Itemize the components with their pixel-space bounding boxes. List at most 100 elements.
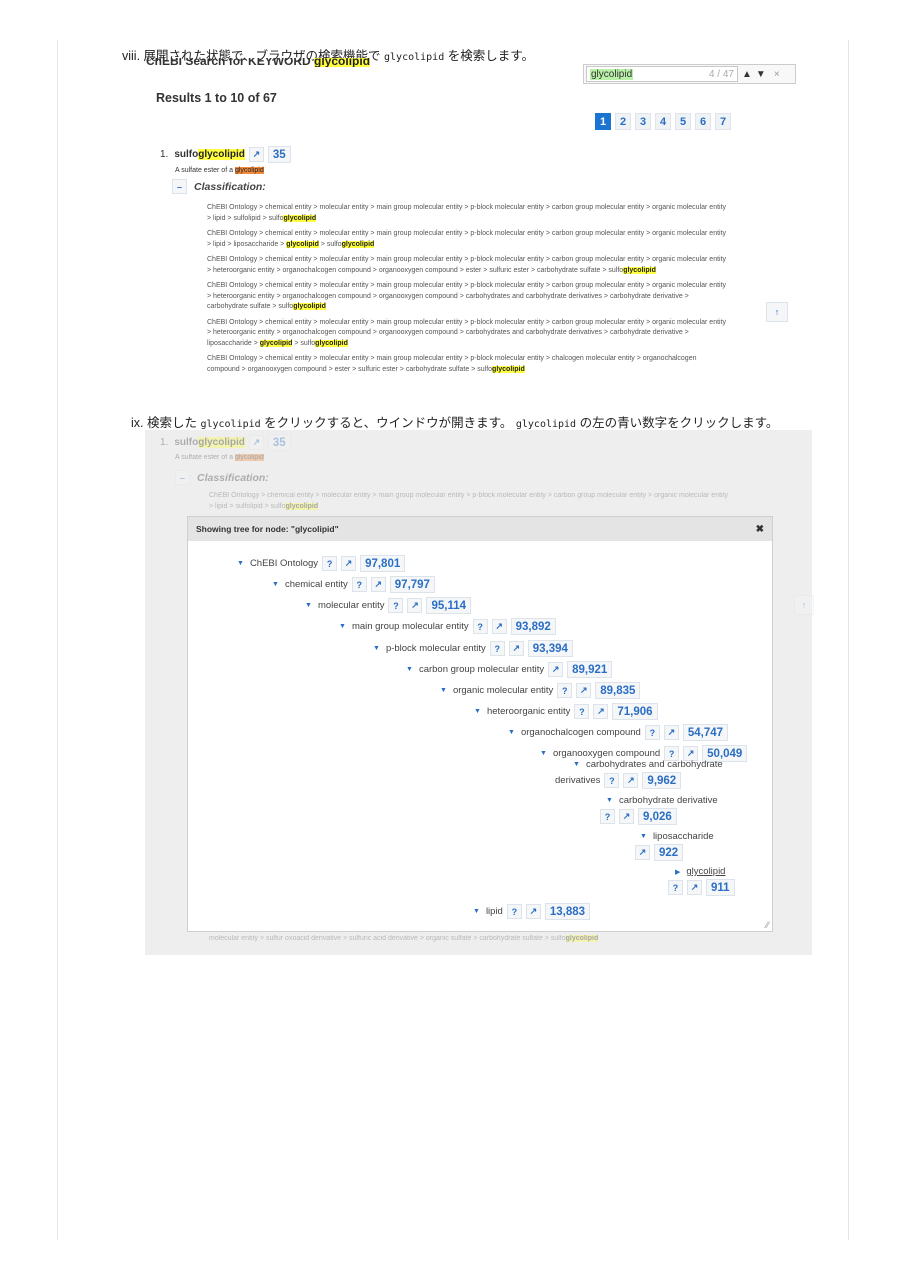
node-label[interactable]: main group molecular entity [352,621,469,632]
node-label[interactable]: organochalcogen compound [521,727,641,738]
node-label[interactable]: carbon group molecular entity [419,664,544,675]
page-3[interactable]: 3 [635,113,651,130]
collapse-arrow-icon[interactable]: ▼ [540,750,547,757]
node-label[interactable]: p-block molecular entity [386,643,486,654]
collapse-arrow-icon[interactable]: ▼ [640,833,647,840]
external-link-icon[interactable]: ↗ [248,147,264,162]
descendant-count-button[interactable]: 93,394 [527,640,573,657]
open-entity-link[interactable]: ↗ [525,904,541,919]
descendant-count-button[interactable]: 9,026 [638,808,677,825]
page-7[interactable]: 7 [715,113,731,130]
help-button[interactable]: ? [351,577,367,592]
descendant-count-button[interactable]: 93,892 [510,618,556,635]
node-label[interactable]: carbohydrate derivative [619,795,718,806]
help-button[interactable]: ? [600,809,615,824]
node-label[interactable]: chemical entity [285,579,348,590]
collapse-arrow-icon[interactable]: ▼ [373,645,380,652]
find-close-button[interactable]: × [774,69,780,80]
expand-arrow-icon[interactable]: ▶ [675,868,680,876]
help-button[interactable]: ? [388,598,404,613]
descendant-count-button[interactable]: 97,801 [360,555,406,572]
descendant-count-button[interactable]: 89,921 [567,661,613,678]
collapse-arrow-icon[interactable]: ▼ [474,708,481,715]
help-button[interactable]: ? [557,683,573,698]
result-link[interactable]: sulfoglycolipid [174,149,245,160]
collapse-arrow-icon[interactable]: ▼ [406,666,413,673]
result-count-button[interactable]: 35 [267,146,291,163]
node-label[interactable]: liposaccharide [653,831,714,842]
scroll-to-top-button[interactable]: ↑ [766,302,788,322]
heading-keyword: glycolipid [314,58,371,67]
open-entity-link[interactable]: ↗ [341,556,357,571]
open-entity-link[interactable]: ↗ [593,704,609,719]
collapse-arrow-icon[interactable]: ▼ [573,761,580,768]
collapse-arrow-icon[interactable]: ▼ [473,908,480,915]
page-6[interactable]: 6 [695,113,711,130]
page-4[interactable]: 4 [655,113,671,130]
node-label[interactable]: derivatives [555,775,600,786]
help-button[interactable]: ? [644,725,660,740]
help-button[interactable]: ? [604,773,620,788]
tree-node: ▼ organochalcogen compound? ↗ 54,747 [508,724,729,741]
help-button[interactable]: ? [574,704,590,719]
node-label[interactable]: organooxygen compound [553,748,660,759]
descendant-count-button[interactable]: 97,797 [389,576,435,593]
node-label[interactable]: glycolipid [686,866,725,877]
open-entity-link[interactable]: ↗ [491,619,507,634]
node-label[interactable]: ChEBI Ontology [250,558,318,569]
descendant-count-button[interactable]: 95,114 [426,597,472,614]
description-highlight: glycolipid [234,454,264,461]
find-next-button[interactable]: ▼ [756,69,766,80]
open-entity-link[interactable]: ↗ [548,662,564,677]
collapse-arrow-icon[interactable]: ▼ [305,602,312,609]
collapse-arrow-icon[interactable]: ▼ [272,581,279,588]
descendant-count-button[interactable]: 71,906 [612,703,658,720]
node-label[interactable]: carbohydrates and carbohydrate [586,759,723,770]
descendant-count-button[interactable]: 9,962 [642,772,682,789]
descendant-count-button[interactable]: 13,883 [544,903,591,920]
page-2[interactable]: 2 [615,113,631,130]
close-dialog-button[interactable]: ✖ [756,524,764,535]
find-match-count: 4 / 47 [708,68,734,80]
open-entity-link[interactable]: ↗ [576,683,592,698]
classification-path: ChEBI Ontology > chemical entity > molec… [207,229,727,250]
help-button[interactable]: ? [322,556,338,571]
collapse-arrow-icon[interactable]: ▼ [339,623,346,630]
collapse-arrow-icon[interactable]: ▼ [237,560,244,567]
open-entity-link[interactable]: ↗ [623,773,639,788]
descendant-count-button[interactable]: 89,835 [595,682,641,699]
collapse-arrow-icon[interactable]: ▼ [440,687,447,694]
open-entity-link[interactable]: ↗ [663,725,679,740]
find-previous-button[interactable]: ▲ [742,69,752,80]
help-button[interactable]: ? [506,904,522,919]
faded-classification: – Classification: [175,470,269,485]
open-entity-link[interactable]: ↗ [407,598,423,613]
page-5[interactable]: 5 [675,113,691,130]
descendant-count-button[interactable]: 54,747 [682,724,729,741]
node-label[interactable]: lipid [486,906,503,917]
descendant-count-button[interactable]: 911 [706,879,735,896]
descendant-count-button[interactable]: 922 [654,844,684,861]
path-text: > sulfo [318,240,342,248]
page-1[interactable]: 1 [595,113,611,130]
node-label[interactable]: molecular entity [318,600,385,611]
help-button[interactable]: ? [668,880,683,895]
collapse-classification-button[interactable]: – [172,179,187,194]
node-label[interactable]: heteroorganic entity [487,706,570,717]
tree-node: ▼ heteroorganic entity? ↗ 71,906 [474,703,658,720]
resize-handle-icon[interactable]: ⁄⁄ [766,920,769,930]
open-entity-link[interactable]: ↗ [508,641,524,656]
open-entity-link[interactable]: ↗ [635,845,650,860]
open-entity-link[interactable]: ↗ [687,880,702,895]
classification-paths: ChEBI Ontology > chemical entity > molec… [207,203,727,380]
tree-node: ▼ main group molecular entity? ↗ 93,892 [339,618,556,635]
help-button[interactable]: ? [472,619,488,634]
external-link-icon: ↗ [248,435,264,450]
open-entity-link[interactable]: ↗ [370,577,386,592]
node-label[interactable]: organic molecular entity [453,685,553,696]
find-input[interactable]: glycolipid 4 / 47 [586,66,738,82]
help-button[interactable]: ? [489,641,505,656]
open-entity-link[interactable]: ↗ [619,809,634,824]
collapse-arrow-icon[interactable]: ▼ [508,729,515,736]
collapse-arrow-icon[interactable]: ▼ [606,797,613,804]
